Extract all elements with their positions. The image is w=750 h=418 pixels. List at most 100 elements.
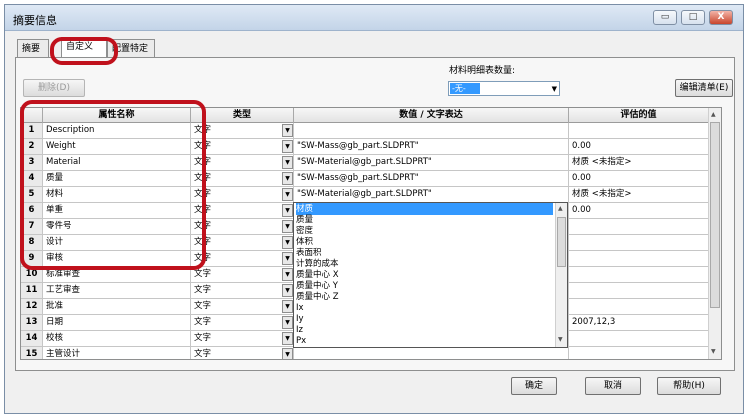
property-name-cell[interactable]: 设计	[43, 235, 191, 251]
expression-cell[interactable]	[294, 123, 569, 139]
evaluated-value-cell[interactable]	[569, 219, 709, 235]
property-name-cell[interactable]: Weight	[43, 139, 191, 155]
dropdown-scroll-down-icon[interactable]: ▼	[558, 336, 563, 343]
evaluated-value-cell[interactable]	[569, 347, 709, 359]
property-name-cell[interactable]: 标准审查	[43, 267, 191, 283]
tab-custom[interactable]: 自定义	[61, 37, 107, 58]
type-cell[interactable]: 文字 ▼	[191, 251, 294, 267]
table-row[interactable]: 1 Description 文字 ▼	[21, 123, 709, 139]
evaluated-value-cell[interactable]	[569, 123, 709, 139]
type-dropdown-icon[interactable]: ▼	[282, 172, 293, 185]
evaluated-value-cell[interactable]: 材质 <未指定>	[569, 187, 709, 203]
property-name-cell[interactable]: 质量	[43, 171, 191, 187]
evaluated-value-cell[interactable]: 2007,12,3	[569, 315, 709, 331]
dropdown-scrollbar[interactable]: ▲ ▼	[555, 203, 567, 347]
expression-cell[interactable]: "SW-Mass@gb_part.SLDPRT"	[294, 139, 569, 155]
evaluated-value-cell[interactable]	[569, 331, 709, 347]
dropdown-option[interactable]: Px	[296, 335, 306, 347]
evaluated-value-cell[interactable]	[569, 299, 709, 315]
type-cell[interactable]: 文字 ▼	[191, 283, 294, 299]
header-property-name[interactable]: 属性名称	[43, 108, 191, 123]
type-cell[interactable]: 文字 ▼	[191, 299, 294, 315]
expression-cell[interactable]	[294, 347, 569, 359]
table-row[interactable]: 3 Material 文字 ▼ "SW-Material@gb_part.SLDPRT"…	[21, 155, 709, 171]
table-row[interactable]: 4 质量 文字 ▼ "SW-Mass@gb_part.SLDPRT" 0.00	[21, 171, 709, 187]
type-cell[interactable]: 文字 ▼	[191, 235, 294, 251]
header-type[interactable]: 类型	[191, 108, 294, 123]
expression-dropdown-list[interactable]: 材质 质量 密度 体积 表面积 计算的成本 质量中心 X 质量中心 Y 质量中心 Z Ix Iy Iz…	[293, 202, 568, 348]
type-cell[interactable]: 文字 ▼	[191, 219, 294, 235]
table-row[interactable]: 15 主管设计 文字 ▼	[21, 347, 709, 359]
scroll-down-icon[interactable]: ▼	[711, 348, 716, 355]
dropdown-scroll-thumb[interactable]	[557, 217, 566, 267]
type-cell[interactable]: 文字 ▼	[191, 123, 294, 139]
evaluated-value-cell[interactable]: 材质 <未指定>	[569, 155, 709, 171]
evaluated-value-cell[interactable]	[569, 251, 709, 267]
property-name-cell[interactable]: 校核	[43, 331, 191, 347]
table-row[interactable]: 2 Weight 文字 ▼ "SW-Mass@gb_part.SLDPRT" 0.00	[21, 139, 709, 155]
evaluated-value-cell[interactable]	[569, 283, 709, 299]
type-cell[interactable]: 文字 ▼	[191, 267, 294, 283]
title-bar[interactable]: 摘要信息 ▭ □ X	[5, 5, 743, 31]
property-name-cell[interactable]: 批准	[43, 299, 191, 315]
property-name-cell[interactable]: 日期	[43, 315, 191, 331]
header-expression[interactable]: 数值 / 文字表达	[294, 108, 569, 123]
minimize-icon[interactable]: ▭	[653, 10, 677, 25]
type-dropdown-icon[interactable]: ▼	[282, 284, 293, 297]
evaluated-value-cell[interactable]	[569, 267, 709, 283]
ok-button[interactable]: 确定	[511, 377, 557, 395]
property-name-cell[interactable]: 审核	[43, 251, 191, 267]
grid-scrollbar[interactable]: ▲ ▼	[708, 108, 721, 359]
tab-summary[interactable]: 摘要	[17, 39, 49, 58]
evaluated-value-cell[interactable]: 0.00	[569, 139, 709, 155]
table-row[interactable]: 5 材料 文字 ▼ "SW-Material@gb_part.SLDPRT" 材质 <未指…	[21, 187, 709, 203]
type-dropdown-icon[interactable]: ▼	[282, 332, 293, 345]
type-dropdown-icon[interactable]: ▼	[282, 124, 293, 137]
type-cell[interactable]: 文字 ▼	[191, 139, 294, 155]
help-button[interactable]: 帮助(H)	[657, 377, 721, 395]
property-name-cell[interactable]: 工艺审查	[43, 283, 191, 299]
tab-config-specific[interactable]: 配置特定	[107, 39, 155, 58]
property-name-cell[interactable]: 主管设计	[43, 347, 191, 359]
type-cell[interactable]: 文字 ▼	[191, 331, 294, 347]
type-dropdown-icon[interactable]: ▼	[282, 204, 293, 217]
evaluated-value-cell[interactable]	[569, 235, 709, 251]
type-cell[interactable]: 文字 ▼	[191, 187, 294, 203]
type-dropdown-icon[interactable]: ▼	[282, 316, 293, 329]
property-name-cell[interactable]: 材料	[43, 187, 191, 203]
maximize-icon[interactable]: □	[681, 10, 705, 25]
type-cell[interactable]: 文字 ▼	[191, 203, 294, 219]
header-evaluated-value[interactable]: 评估的值	[569, 108, 709, 123]
type-dropdown-icon[interactable]: ▼	[282, 348, 293, 359]
scroll-thumb[interactable]	[710, 122, 720, 308]
type-dropdown-icon[interactable]: ▼	[282, 140, 293, 153]
type-cell[interactable]: 文字 ▼	[191, 315, 294, 331]
expression-cell[interactable]: "SW-Mass@gb_part.SLDPRT"	[294, 171, 569, 187]
type-dropdown-icon[interactable]: ▼	[282, 188, 293, 201]
dropdown-option[interactable]: 材质	[296, 203, 553, 215]
type-cell[interactable]: 文字 ▼	[191, 347, 294, 359]
type-cell[interactable]: 文字 ▼	[191, 155, 294, 171]
delete-button[interactable]: 删除(D)	[23, 79, 85, 97]
property-name-cell[interactable]: 零件号	[43, 219, 191, 235]
scroll-up-icon[interactable]: ▲	[711, 111, 716, 118]
type-dropdown-icon[interactable]: ▼	[282, 236, 293, 249]
type-cell[interactable]: 文字 ▼	[191, 171, 294, 187]
property-name-cell[interactable]: Material	[43, 155, 191, 171]
type-dropdown-icon[interactable]: ▼	[282, 252, 293, 265]
evaluated-value-cell[interactable]: 0.00	[569, 203, 709, 219]
type-dropdown-icon[interactable]: ▼	[282, 300, 293, 313]
bom-qty-select[interactable]: -无- ▼	[448, 81, 560, 96]
dropdown-scroll-up-icon[interactable]: ▲	[558, 205, 563, 212]
property-name-cell[interactable]: 单重	[43, 203, 191, 219]
type-dropdown-icon[interactable]: ▼	[282, 220, 293, 233]
cancel-button[interactable]: 取消	[585, 377, 641, 395]
close-icon[interactable]: X	[709, 10, 733, 25]
expression-cell[interactable]: "SW-Material@gb_part.SLDPRT"	[294, 155, 569, 171]
edit-list-button[interactable]: 编辑清单(E)	[675, 79, 733, 97]
type-dropdown-icon[interactable]: ▼	[282, 156, 293, 169]
expression-cell[interactable]: "SW-Material@gb_part.SLDPRT"	[294, 187, 569, 203]
type-dropdown-icon[interactable]: ▼	[282, 268, 293, 281]
evaluated-value-cell[interactable]: 0.00	[569, 171, 709, 187]
property-name-cell[interactable]: Description	[43, 123, 191, 139]
